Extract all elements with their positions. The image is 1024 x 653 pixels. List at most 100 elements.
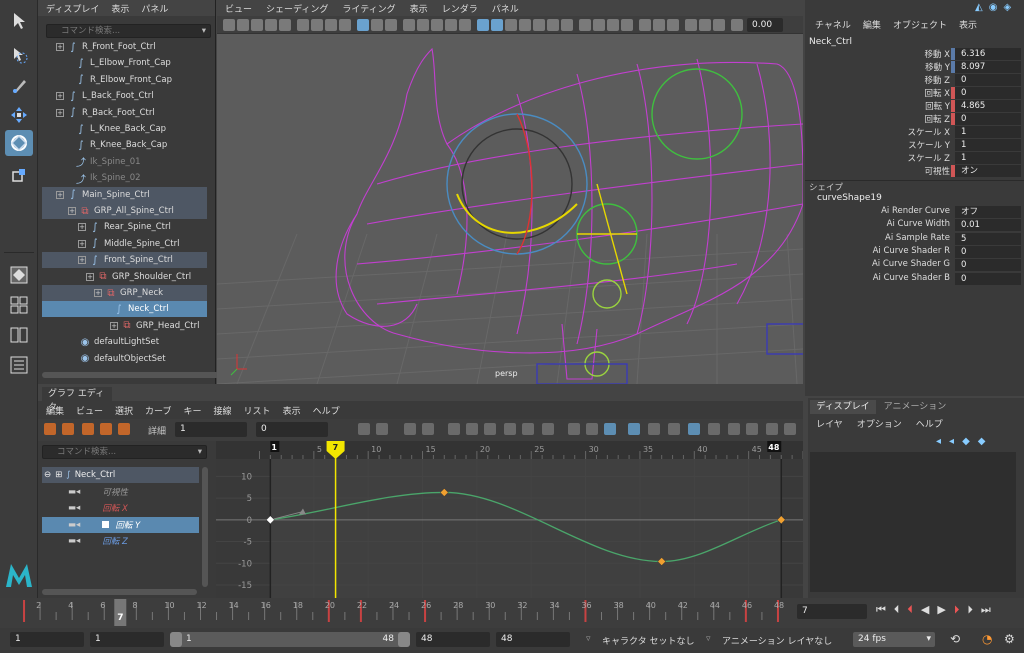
viewport-tool-icon[interactable]: [403, 19, 415, 31]
outliner-menu-display[interactable]: ディスプレイ: [46, 2, 99, 15]
outliner-view-icon[interactable]: [5, 352, 33, 378]
outliner-item[interactable]: ∫ L_Elbow_Front_Cap: [42, 55, 207, 71]
curve-list-scrollbar[interactable]: [202, 467, 208, 587]
outliner-item[interactable]: ◉ defaultLightSet: [42, 334, 207, 350]
tool-settings-icon[interactable]: ◈: [1003, 2, 1011, 13]
channel-row[interactable]: 移動 X 6.316: [805, 48, 1024, 61]
cb-menu-show[interactable]: 表示: [959, 18, 977, 31]
viewport-tool-icon[interactable]: [491, 19, 503, 31]
viewport-tool-icon[interactable]: [325, 19, 337, 31]
graph-tool-icon[interactable]: [766, 423, 778, 435]
viewport-tool-icon[interactable]: [445, 19, 457, 31]
step-back-icon[interactable]: ⏴: [894, 603, 900, 617]
prev-key-icon[interactable]: ⏴: [907, 603, 913, 617]
viewport-tool-icon[interactable]: [297, 19, 309, 31]
expand-icon[interactable]: +: [94, 289, 102, 297]
cb-menu-channels[interactable]: チャネル: [815, 18, 851, 31]
expand-icon[interactable]: ⊞: [55, 470, 62, 480]
outliner-item[interactable]: + ∫ Main_Spine_Ctrl: [42, 186, 207, 203]
layer-down-icon[interactable]: ◂: [949, 436, 954, 447]
viewport-tool-icon[interactable]: [339, 19, 351, 31]
vp-menu-panels[interactable]: パネル: [492, 2, 519, 15]
ge-menu-item[interactable]: 選択: [115, 404, 133, 417]
expand-icon[interactable]: +: [78, 256, 86, 265]
viewport-tool-icon[interactable]: [265, 19, 277, 31]
fps-dropdown[interactable]: 24 fps ▾: [853, 632, 935, 647]
viewport-tool-icon[interactable]: [519, 19, 531, 31]
time-slider-track[interactable]: 2 4 6 8 10 12 14 16 18 20 22 24 26 28 30 32 34 36 38 40 42 44…: [8, 598, 794, 628]
outliner-item[interactable]: + ∫ R_Back_Foot_Ctrl: [42, 105, 207, 121]
viewport-tool-icon[interactable]: [667, 19, 679, 31]
outliner-item[interactable]: + ⧉ GRP_All_Spine_Ctrl: [42, 203, 207, 219]
layer-menu-help[interactable]: ヘルプ: [916, 417, 943, 430]
channel-value[interactable]: 4.865: [955, 100, 1021, 112]
layer-list[interactable]: [810, 452, 1016, 592]
detail-field-1[interactable]: 1: [175, 422, 247, 437]
outliner-item[interactable]: ∫ Neck_Ctrl: [42, 301, 207, 318]
layer-up-icon[interactable]: ◂: [936, 436, 941, 447]
curve-item[interactable]: ▬◂ 回転 X: [42, 500, 199, 516]
select-tool-icon[interactable]: [5, 8, 33, 34]
cb-menu-object[interactable]: オブジェクト: [893, 18, 947, 31]
detail-field-2[interactable]: 0: [256, 422, 328, 437]
shape-attr-value[interactable]: 0.01: [955, 219, 1021, 232]
animation-start-field[interactable]: 1: [10, 632, 84, 647]
curve-item[interactable]: ▬◂ 回転 Z: [42, 533, 199, 549]
character-set-icon[interactable]: ▿: [586, 634, 591, 644]
viewport-tool-icon[interactable]: [459, 19, 471, 31]
outliner-item[interactable]: ∫ L_Knee_Back_Cap: [42, 121, 207, 137]
ge-menu-item[interactable]: カーブ: [145, 404, 171, 417]
expand-icon[interactable]: +: [110, 321, 118, 330]
anim-prefs-icon[interactable]: ⚙: [1004, 632, 1015, 646]
graph-tool-icon[interactable]: [100, 423, 112, 435]
channel-value[interactable]: 0: [955, 87, 1021, 99]
outliner-item[interactable]: + ∫ L_Back_Foot_Ctrl: [42, 88, 207, 104]
rotate-tool-icon[interactable]: [5, 130, 33, 156]
graph-tool-icon[interactable]: [688, 423, 700, 435]
viewport-scene[interactable]: persp: [217, 34, 803, 384]
viewport-tool-icon[interactable]: [685, 19, 697, 31]
graph-tool-icon[interactable]: [62, 423, 74, 435]
channelbox-icon[interactable]: ◭: [975, 2, 983, 13]
four-view-icon[interactable]: [5, 292, 33, 318]
layer-menu-layers[interactable]: レイヤ: [816, 417, 843, 430]
outliner-search-dropdown-icon[interactable]: ▾: [202, 25, 206, 37]
expand-icon[interactable]: +: [86, 272, 94, 281]
shape-attr-row[interactable]: Ai Sample Rate 5: [805, 232, 1024, 246]
channel-value[interactable]: 0: [955, 113, 1021, 125]
tab-display[interactable]: ディスプレイ: [810, 400, 876, 414]
viewport-tool-icon[interactable]: [477, 19, 489, 31]
vp-menu-shading[interactable]: シェーディング: [266, 2, 328, 15]
outliner-item[interactable]: + ⧉ GRP_Neck: [42, 285, 207, 301]
range-handle-left[interactable]: [170, 632, 182, 647]
graph-tool-icon[interactable]: [668, 423, 680, 435]
outliner-item[interactable]: ∫ R_Elbow_Front_Cap: [42, 72, 207, 88]
expand-icon[interactable]: +: [68, 207, 76, 215]
go-to-end-icon[interactable]: ⏭: [981, 603, 991, 617]
curve-item[interactable]: ▬◂ 可視性: [42, 484, 199, 500]
graph-tool-icon[interactable]: [404, 423, 416, 435]
graph-tool-icon[interactable]: [358, 423, 370, 435]
cb-menu-edit[interactable]: 編集: [863, 18, 881, 31]
viewport-tool-icon[interactable]: [639, 19, 651, 31]
ge-menu-item[interactable]: 編集: [46, 404, 64, 417]
character-set-label[interactable]: キャラクタ セットなし: [602, 634, 695, 647]
graph-tool-icon[interactable]: [784, 423, 796, 435]
collapse-icon[interactable]: ⊖: [44, 470, 51, 480]
graph-tool-icon[interactable]: [466, 423, 478, 435]
viewport-tool-icon[interactable]: [699, 19, 711, 31]
graph-tool-icon[interactable]: [648, 423, 660, 435]
channel-row[interactable]: 移動 Z 0: [805, 74, 1024, 87]
new-layer-selected-icon[interactable]: ◆: [978, 436, 986, 447]
graph-tool-icon[interactable]: [586, 423, 598, 435]
expand-icon[interactable]: +: [56, 190, 64, 199]
shape-attr-value[interactable]: 0: [955, 245, 1021, 258]
shape-attr-value[interactable]: 5: [955, 232, 1021, 245]
graph-tool-icon[interactable]: [604, 423, 616, 435]
channel-value[interactable]: オン: [955, 165, 1021, 177]
viewport-tool-icon[interactable]: [417, 19, 429, 31]
graph-tool-icon[interactable]: [118, 423, 130, 435]
vp-menu-renderer[interactable]: レンダラ: [442, 2, 478, 15]
graph-tool-icon[interactable]: [82, 423, 94, 435]
viewport-tool-icon[interactable]: [653, 19, 665, 31]
